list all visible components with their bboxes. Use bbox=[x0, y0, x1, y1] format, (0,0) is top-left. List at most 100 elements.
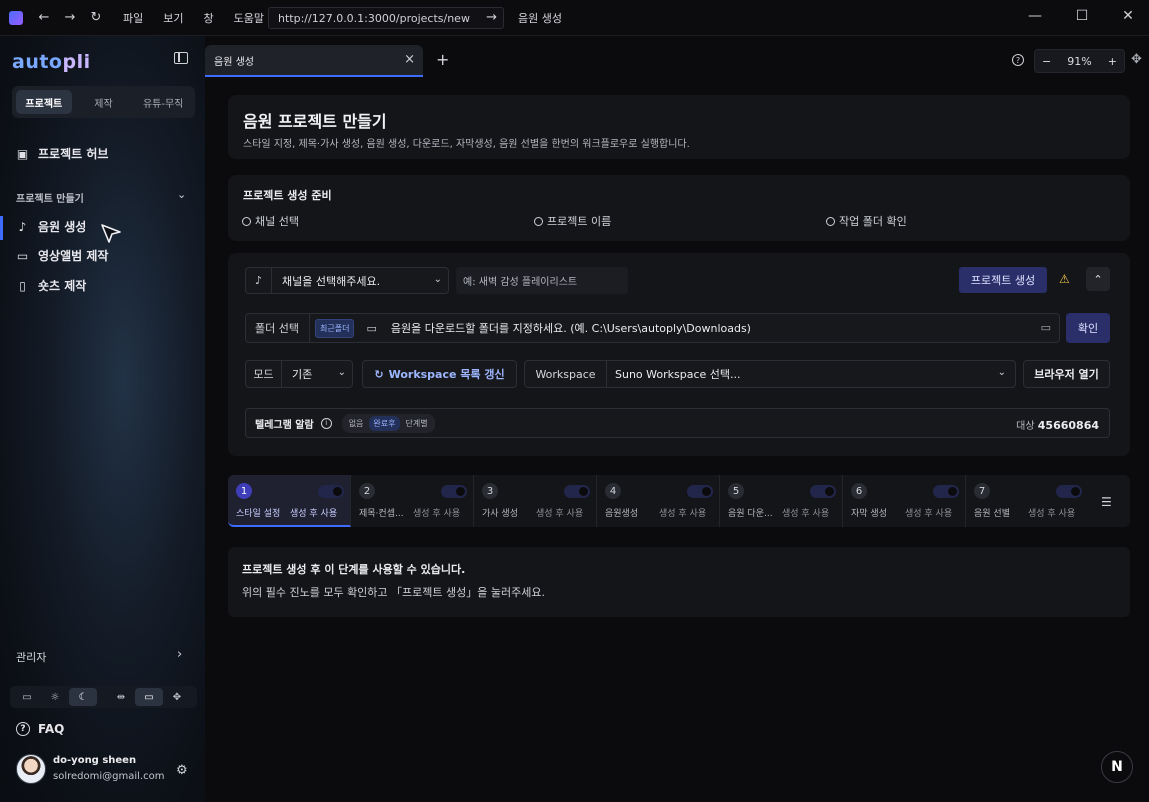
sidebar-item-shorts[interactable]: ▯ 숏츠 제작 bbox=[16, 277, 86, 294]
chevron-right-icon[interactable]: › bbox=[177, 647, 182, 662]
zoom-in-button[interactable]: + bbox=[1108, 55, 1117, 68]
window-titlebar: ← → ↻ 파일 보기 창 도움말 http://127.0.0.1:3000/… bbox=[0, 0, 1149, 36]
mode-value: 기존 bbox=[292, 368, 313, 381]
step-3[interactable]: 3 가사 생성 생성 후 사용 bbox=[474, 475, 597, 527]
step-toggle[interactable] bbox=[1056, 485, 1082, 498]
sidebar-segment-control: 프로젝트 제작 유튜-무직 bbox=[12, 86, 195, 118]
close-icon[interactable]: × bbox=[404, 52, 415, 67]
url-bar[interactable]: http://127.0.0.1:3000/projects/new → bbox=[268, 7, 504, 29]
open-browser-button[interactable]: 브라우저 열기 bbox=[1023, 360, 1110, 388]
confirm-folder-button[interactable]: 확인 bbox=[1066, 313, 1110, 343]
chip-per-step[interactable]: 단계별 bbox=[402, 416, 432, 431]
channel-select-value: 채널을 선택해주세요. bbox=[282, 274, 381, 288]
check-project-name: 프로젝트 이름 bbox=[534, 213, 611, 229]
moon-icon[interactable]: ☾ bbox=[69, 688, 97, 706]
mode-select[interactable]: 모드 기존 ⌄ bbox=[245, 360, 353, 388]
chevron-down-icon: ⌄ bbox=[997, 367, 1006, 378]
info-icon[interactable]: i bbox=[320, 417, 332, 429]
mode-label: 모드 bbox=[246, 360, 282, 388]
segment-youtube[interactable]: 유튜-무직 bbox=[135, 90, 191, 114]
sun-icon[interactable]: ☼ bbox=[41, 688, 69, 706]
faq-link[interactable]: ? FAQ bbox=[16, 722, 64, 736]
chip-none[interactable]: 없음 bbox=[345, 416, 368, 431]
tab-music-generation[interactable]: 음원 생성 × bbox=[205, 45, 423, 77]
zoom-out-button[interactable]: − bbox=[1042, 55, 1051, 68]
calendar-icon: ▣ bbox=[16, 146, 29, 161]
step-status: 생성 후 사용 bbox=[1028, 509, 1076, 519]
close-window-icon[interactable]: ✕ bbox=[1118, 8, 1138, 24]
logo[interactable]: autopli bbox=[12, 51, 91, 73]
menu-file[interactable]: 파일 bbox=[123, 10, 143, 26]
sidebar-item-admin[interactable]: 관리자 bbox=[16, 649, 46, 665]
prep-title: 프로젝트 생성 준비 bbox=[243, 189, 332, 202]
minimize-icon[interactable]: — bbox=[1025, 8, 1045, 24]
mouse-cursor-icon bbox=[101, 224, 121, 243]
step-5[interactable]: 5 음원 다운... 생성 후 사용 bbox=[720, 475, 843, 527]
zoom-control: − 91% + bbox=[1034, 49, 1125, 73]
project-name-input[interactable]: 예: 새벽 감성 플레이리스트 bbox=[456, 267, 628, 294]
step-4[interactable]: 4 음원생성 생성 후 사용 bbox=[597, 475, 720, 527]
monitor-icon[interactable]: ▭ bbox=[13, 688, 41, 706]
back-icon[interactable]: ← bbox=[31, 10, 57, 25]
workspace-label: Workspace bbox=[525, 360, 607, 388]
circle-icon bbox=[534, 216, 543, 226]
segment-projects[interactable]: 프로젝트 bbox=[16, 90, 72, 114]
tab-label: 음원 생성 bbox=[214, 56, 254, 68]
question-icon: ? bbox=[16, 722, 30, 736]
step-1[interactable]: 1 스타일 설정 생성 후 사용 bbox=[228, 475, 351, 527]
compress-icon[interactable]: ⇹ bbox=[107, 688, 135, 706]
next-badge-icon[interactable]: N bbox=[1101, 751, 1133, 783]
sidebar-item-project-hub[interactable]: ▣ 프로젝트 허브 bbox=[16, 145, 109, 162]
step-toggle[interactable] bbox=[810, 485, 836, 498]
channel-select[interactable]: ♪ 채널을 선택해주세요. ⌄ bbox=[245, 267, 449, 294]
chip-after-complete[interactable]: 완료후 bbox=[369, 415, 400, 431]
sidebar-item-label: 프로젝트 허브 bbox=[38, 147, 109, 161]
menu-help[interactable]: 도움말 bbox=[234, 10, 264, 26]
gear-icon[interactable]: ⚙ bbox=[176, 763, 188, 778]
notice-title: 프로젝트 생성 후 이 단계를 사용할 수 있습니다. bbox=[242, 563, 466, 576]
refresh-label: Workspace 목록 갱신 bbox=[388, 368, 505, 381]
step-status: 생성 후 사용 bbox=[536, 509, 584, 519]
list-icon[interactable]: ☰ bbox=[1101, 495, 1112, 509]
help-icon[interactable]: ? bbox=[1012, 54, 1024, 66]
step-toggle[interactable] bbox=[687, 485, 713, 498]
step-6[interactable]: 6 자막 생성 생성 후 사용 bbox=[843, 475, 966, 527]
step-toggle[interactable] bbox=[933, 485, 959, 498]
create-project-button[interactable]: 프로젝트 생성 bbox=[959, 267, 1047, 293]
step-2[interactable]: 2 제목·컨셉... 생성 후 사용 bbox=[351, 475, 474, 527]
browse-folder-icon[interactable]: ▭ bbox=[1041, 321, 1051, 334]
step-number: 1 bbox=[236, 483, 252, 499]
folder-icon: ▭ bbox=[366, 321, 377, 335]
workspace-select[interactable]: Workspace Suno Workspace 선택... ⌄ bbox=[524, 360, 1016, 388]
fit-screen-icon[interactable]: ✥ bbox=[1131, 52, 1142, 67]
section-label: 프로젝트 만들기 bbox=[16, 194, 84, 205]
sidebar-item-video-album[interactable]: ▭ 영상앨범 제작 bbox=[16, 247, 109, 264]
forward-icon[interactable]: → bbox=[57, 10, 83, 25]
collapse-button[interactable]: ⌃ bbox=[1086, 267, 1110, 291]
chevron-down-icon[interactable]: ⌄ bbox=[177, 188, 186, 201]
header-card: 음원 프로젝트 만들기 스타일 지정, 제목·가사 생성, 음원 생성, 다운로… bbox=[228, 95, 1130, 159]
sidebar-item-music[interactable]: ♪ 음원 생성 bbox=[16, 218, 87, 235]
step-toggle[interactable] bbox=[318, 485, 344, 498]
add-tab-icon[interactable]: + bbox=[436, 50, 449, 69]
window-icon[interactable]: ▭ bbox=[135, 688, 163, 706]
go-arrow-icon[interactable]: → bbox=[486, 10, 497, 25]
step-toggle[interactable] bbox=[564, 485, 590, 498]
step-toggle[interactable] bbox=[441, 485, 467, 498]
reload-icon[interactable]: ↻ bbox=[83, 10, 109, 25]
recent-folder-badge[interactable]: 최근폴더 bbox=[315, 318, 355, 338]
expand-icon[interactable]: ✥ bbox=[163, 688, 191, 706]
maximize-icon[interactable]: ☐ bbox=[1072, 8, 1092, 24]
step-7[interactable]: 7 음원 선별 생성 후 사용 bbox=[966, 475, 1089, 527]
sidebar-toggle-icon[interactable] bbox=[174, 52, 188, 64]
refresh-workspace-button[interactable]: ↻ Workspace 목록 갱신 bbox=[362, 360, 517, 388]
check-work-folder: 작업 폴더 확인 bbox=[826, 213, 907, 229]
avatar[interactable] bbox=[16, 754, 46, 784]
menu-window[interactable]: 창 bbox=[204, 10, 214, 26]
music-note-icon: ♪ bbox=[246, 267, 272, 294]
segment-production[interactable]: 제작 bbox=[76, 90, 132, 114]
folder-label: 폴더 선택 bbox=[246, 313, 310, 343]
menu-view[interactable]: 보기 bbox=[163, 10, 183, 26]
sidebar-item-label: 숏츠 제작 bbox=[38, 279, 87, 293]
folder-select-field[interactable]: 폴더 선택 최근폴더 ▭ 음원을 다운로드할 폴더를 지정하세요. (예. C:… bbox=[245, 313, 1060, 343]
